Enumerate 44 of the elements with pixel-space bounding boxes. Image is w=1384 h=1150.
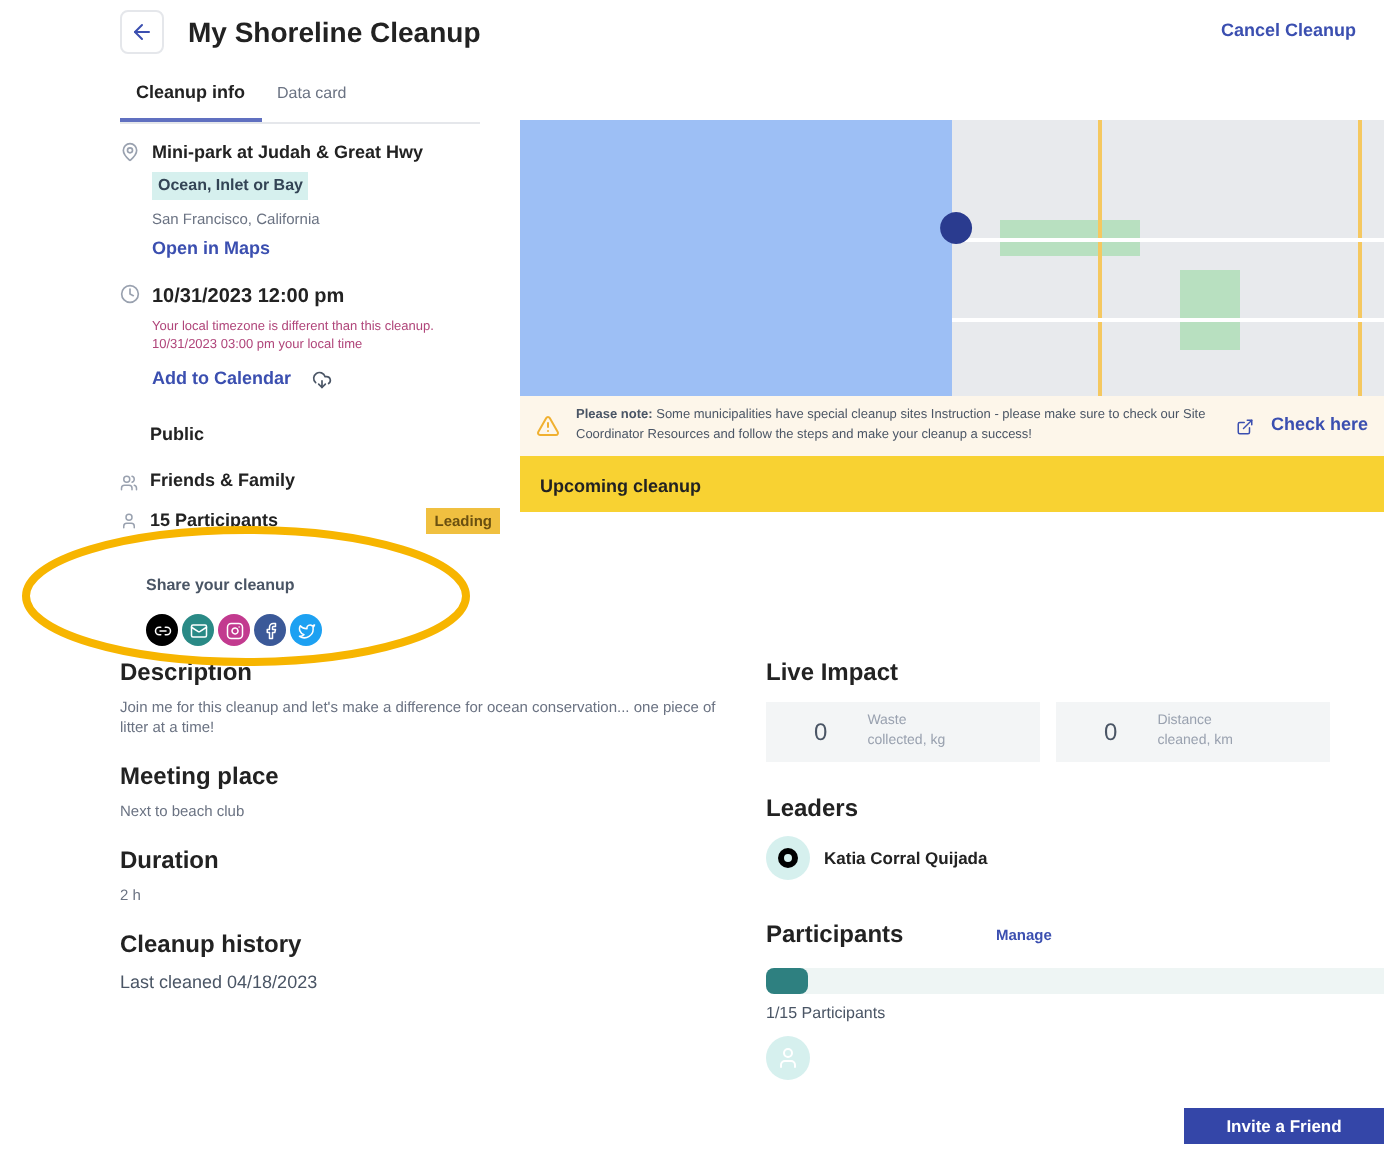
- visibility-text: Public: [150, 424, 205, 445]
- participants-title: Participants: [766, 918, 906, 953]
- section-title: Cleanup history: [120, 928, 304, 963]
- email-share-icon[interactable]: [182, 614, 214, 647]
- share-title: Share your cleanup: [146, 576, 295, 595]
- instagram-share-icon[interactable]: [218, 614, 250, 647]
- leader-name: Katia Corral Quijada: [824, 845, 988, 872]
- cloud-download-icon[interactable]: [311, 369, 332, 389]
- participants-count-text: 1/15 Participants: [766, 1002, 888, 1027]
- page-title: My Shoreline Cleanup: [188, 13, 481, 52]
- section-title: Meeting place: [120, 760, 281, 795]
- leaders-title: Leaders: [766, 792, 861, 827]
- link-share-icon[interactable]: [146, 614, 178, 647]
- clock-icon: [120, 283, 140, 304]
- status-text: Upcoming cleanup: [540, 476, 702, 496]
- participant-avatar: [766, 1036, 810, 1081]
- invite-friend-button[interactable]: Invite a Friend: [1184, 1108, 1384, 1145]
- warning-icon: [536, 414, 560, 438]
- cancel-cleanup-link[interactable]: Cancel Cleanup: [1220, 18, 1356, 46]
- location-name: Mini-park at Judah & Great Hwy: [152, 139, 424, 166]
- section-title: Description: [120, 656, 255, 691]
- add-to-calendar-link[interactable]: Add to Calendar: [152, 365, 292, 393]
- participants-count: 15 Participants: [150, 507, 279, 534]
- external-link-icon: [1236, 417, 1255, 435]
- live-impact-title: Live Impact: [766, 656, 901, 691]
- group-icon: [120, 473, 138, 491]
- map-pin-icon: [120, 141, 140, 161]
- date-time: 10/31/2023 12:00 pm: [152, 283, 345, 312]
- twitter-share-icon[interactable]: [290, 614, 322, 647]
- person-icon: [120, 512, 138, 530]
- section-title: Duration: [120, 844, 221, 879]
- back-arrow-icon: [130, 20, 154, 44]
- check-here-link[interactable]: Check here: [1270, 412, 1368, 440]
- facebook-share-icon[interactable]: [254, 614, 286, 647]
- section-text: Last cleaned 04/18/2023: [120, 970, 320, 997]
- stat-value: 0: [814, 716, 828, 751]
- location-type-tag: Ocean, Inlet or Bay: [152, 172, 309, 200]
- leader-avatar: [766, 836, 810, 881]
- audience-text: Friends & Family: [150, 468, 296, 495]
- tab[interactable]: Data card: [261, 70, 363, 121]
- tab[interactable]: Cleanup info: [120, 70, 261, 121]
- back-button[interactable]: [120, 10, 164, 54]
- open-in-maps-link[interactable]: Open in Maps: [152, 236, 271, 264]
- stat-value: 0: [1104, 716, 1118, 751]
